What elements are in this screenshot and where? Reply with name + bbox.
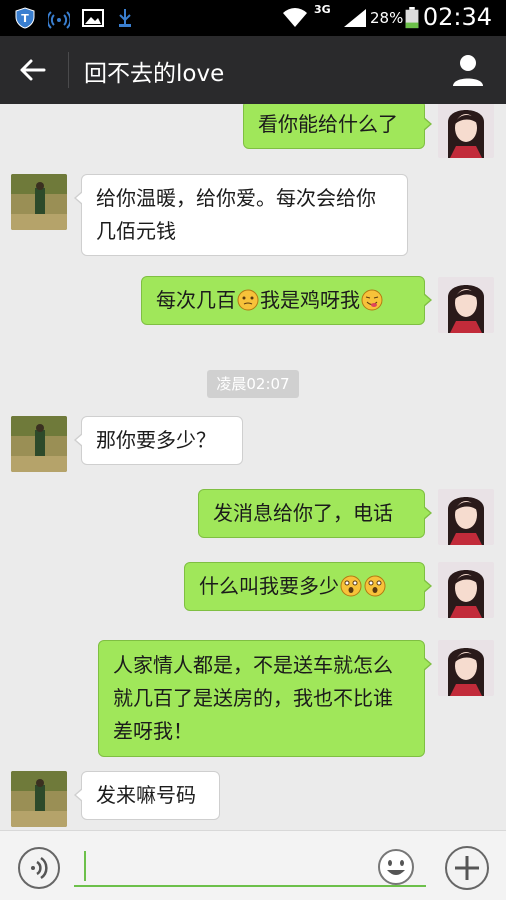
header-divider <box>68 52 69 88</box>
embarrassed-emoji-icon <box>237 289 259 311</box>
cell-signal-icon <box>344 9 366 27</box>
shocked-emoji-icon <box>364 575 386 597</box>
contact-avatar[interactable] <box>11 771 67 827</box>
message-bubble-outgoing[interactable]: 人家情人都是，不是送车就怎么就几百了是送房的，我也不比谁差呀我！ <box>98 640 432 757</box>
chat-title: 回不去的love <box>84 61 225 87</box>
text-cursor <box>84 851 86 881</box>
message-bubble-incoming[interactable]: 给你温暖，给你爱。每次会给你几佰元钱 <box>74 174 408 256</box>
wifi-icon <box>283 8 307 27</box>
emoji-icon[interactable] <box>376 847 416 887</box>
message-bubble-incoming[interactable]: 那你要多少？ <box>74 416 243 465</box>
shocked-emoji-icon <box>340 575 362 597</box>
contact-avatar[interactable] <box>11 416 67 472</box>
message-text: 发消息给你了，电话 <box>213 501 393 525</box>
message-bubble-incoming[interactable]: 发来嘛号码 <box>74 771 220 820</box>
message-text: 什么叫我要多少 <box>199 574 339 598</box>
message-text: 人家情人都是，不是送车就怎么就几百了是送房的，我也不比谁差呀我！ <box>113 653 393 743</box>
image-icon <box>82 9 104 27</box>
message-text: 我是鸡呀我 <box>260 288 360 312</box>
message-bubble-outgoing[interactable]: 看你能给什么了 <box>243 104 432 149</box>
plus-icon[interactable] <box>443 844 491 892</box>
back-arrow-icon[interactable] <box>10 48 54 92</box>
contact-avatar[interactable] <box>11 174 67 230</box>
status-bar: T 3G 28% 02:34 <box>0 0 506 36</box>
usb-icon <box>119 9 131 27</box>
profile-icon[interactable] <box>448 50 488 90</box>
message-text: 发来嘛号码 <box>96 783 196 807</box>
message-bubble-outgoing[interactable]: 什么叫我要多少 <box>184 562 432 611</box>
message-input[interactable] <box>74 845 426 887</box>
user-avatar[interactable] <box>438 104 494 158</box>
input-bar <box>0 830 506 900</box>
wifi-signal-icon <box>48 11 70 29</box>
voice-icon[interactable] <box>17 846 61 890</box>
battery-percent: 28% <box>370 9 404 27</box>
user-avatar[interactable] <box>438 489 494 545</box>
shield-icon: T <box>15 7 35 29</box>
svg-text:T: T <box>21 12 29 25</box>
tongue-emoji-icon <box>361 289 383 311</box>
message-text: 看你能给什么了 <box>258 112 398 136</box>
message-text: 那你要多少？ <box>96 428 216 452</box>
message-bubble-outgoing[interactable]: 每次几百 我是鸡呀我 <box>141 276 432 325</box>
message-text: 给你温暖，给你爱。每次会给你几佰元钱 <box>96 186 376 243</box>
battery-icon <box>405 7 419 29</box>
chat-header: 回不去的love <box>0 36 506 104</box>
user-avatar[interactable] <box>438 640 494 696</box>
user-avatar[interactable] <box>438 562 494 618</box>
time-divider: 凌晨02:07 <box>207 370 299 398</box>
network-type: 3G <box>314 3 331 16</box>
message-list[interactable]: 看你能给什么了 给你温暖，给你爱。每次会给你几佰元钱 每次几百 我是鸡呀我 凌晨0… <box>0 104 506 830</box>
message-text: 每次几百 <box>156 288 236 312</box>
message-bubble-outgoing[interactable]: 发消息给你了，电话 <box>198 489 432 538</box>
user-avatar[interactable] <box>438 277 494 333</box>
clock: 02:34 <box>422 3 492 31</box>
